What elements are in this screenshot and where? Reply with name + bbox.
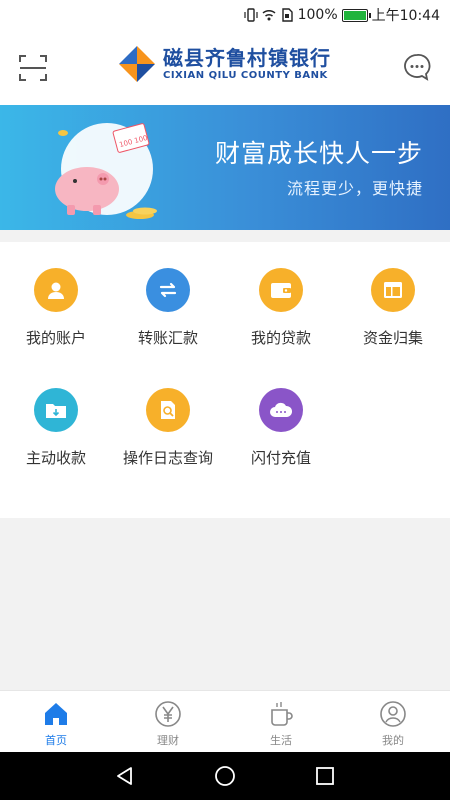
banner-subtitle: 流程更少，更快捷 [286,179,423,198]
banner-title: 财富成长快人一步 [214,139,423,168]
bank-name-cn: 磁县齐鲁村镇银行 [163,46,331,70]
menu-item-log-query[interactable]: 操作日志查询 [112,388,224,488]
tab-life[interactable]: 生活 [225,691,337,753]
transfer-icon [146,268,190,312]
menu-label: 我的贷款 [250,329,311,347]
menu-item-active-collection[interactable]: 主动收款 [0,388,112,488]
bottom-tab-bar: 首页 理财 生活 我的 [0,690,450,752]
battery-icon [341,8,371,22]
yuan-icon [155,701,181,727]
menu-label: 闪付充值 [250,449,311,467]
bank-logo: 磁县齐鲁村镇银行 CIXIAN QILU COUNTY BANK [117,44,331,84]
status-time: 上午10:44 [371,8,440,24]
battery-percent: 100% [297,7,338,23]
bank-name-en: CIXIAN QILU COUNTY BANK [163,70,328,81]
service-menu: 我的账户 转账汇款 我的贷款 资金归集 主动收款 操作日志查询 闪付充值 [0,242,450,518]
home-nav-icon[interactable] [213,764,237,788]
menu-label: 主动收款 [25,449,86,467]
recents-icon[interactable] [313,764,337,788]
cloud-icon [259,388,303,432]
menu-item-my-account[interactable]: 我的账户 [0,268,112,368]
wallet-icon [259,268,303,312]
profile-icon [380,701,406,727]
home-icon [45,703,67,725]
status-icons: 100% 上午10:44 [244,5,440,25]
promo-banner[interactable]: 100 100 财富成长快人一步 流程更少，更快捷 [0,105,450,230]
doc-search-icon [146,388,190,432]
menu-label: 我的账户 [25,329,86,347]
layout-icon [371,268,415,312]
tab-label: 生活 [270,734,292,747]
bank-logo-icon [119,46,155,82]
wifi-icon [262,9,276,21]
menu-item-my-loan[interactable]: 我的贷款 [225,268,337,368]
tab-label: 理财 [157,734,179,747]
menu-item-quickpay-topup[interactable]: 闪付充值 [225,388,337,488]
tab-home[interactable]: 首页 [0,691,112,753]
back-icon[interactable] [113,764,137,788]
vibrate-icon [244,8,258,22]
tab-finance[interactable]: 理财 [112,691,224,753]
folder-download-icon [34,388,78,432]
system-nav-bar [0,752,450,800]
chat-bubble-icon[interactable] [403,53,431,81]
piggy-bank-illustration: 100 100 [55,123,157,219]
tab-label: 我的 [382,734,404,747]
menu-label: 操作日志查询 [122,449,213,467]
scan-icon[interactable] [17,52,49,84]
menu-label: 转账汇款 [137,329,198,347]
sim-icon [281,8,293,22]
menu-item-fund-collection[interactable]: 资金归集 [337,268,449,368]
cup-icon [271,702,293,726]
tab-mine[interactable]: 我的 [337,691,449,753]
user-icon [34,268,78,312]
menu-item-transfer[interactable]: 转账汇款 [112,268,224,368]
menu-label: 资金归集 [362,329,423,347]
tab-label: 首页 [45,734,67,747]
app-header: 磁县齐鲁村镇银行 CIXIAN QILU COUNTY BANK [0,30,450,105]
status-bar: 100% 上午10:44 [0,0,450,30]
